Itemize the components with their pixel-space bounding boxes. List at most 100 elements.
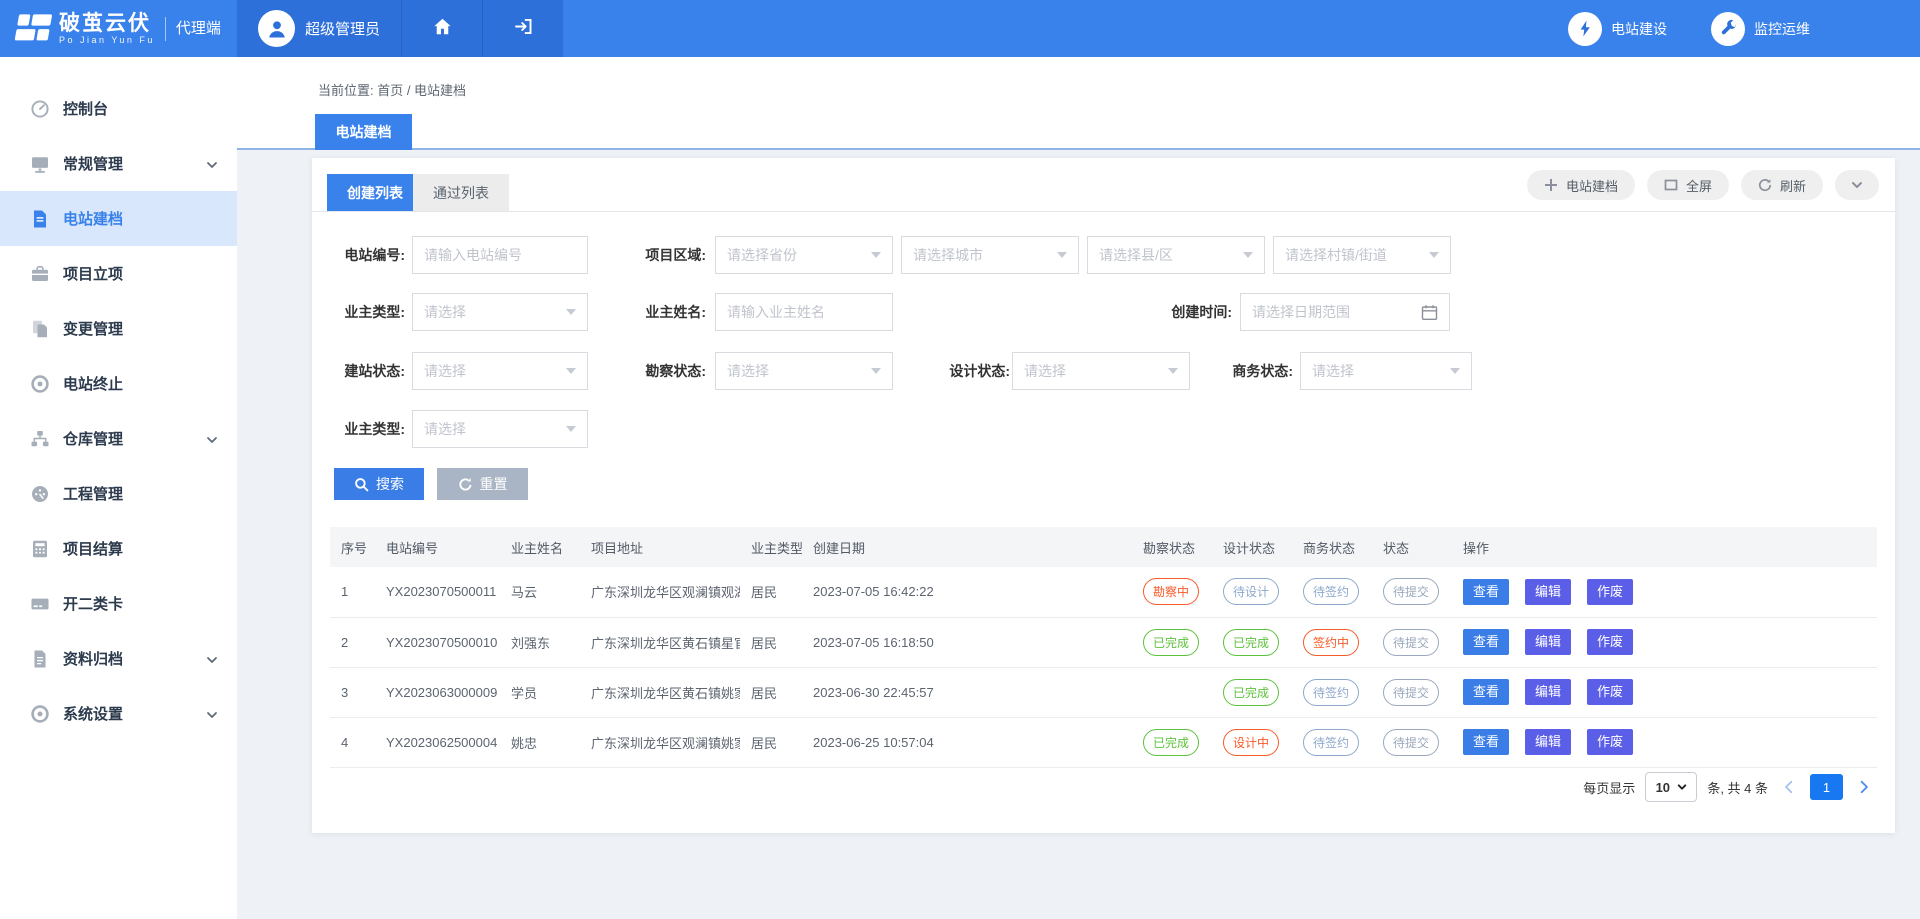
prev-page-button[interactable]: [1778, 776, 1800, 798]
chevron-down-icon: [206, 653, 218, 665]
sidebar-item-station-archive[interactable]: 电站建档: [0, 191, 237, 246]
column-header: 状态: [1372, 527, 1452, 567]
row-invalidate-button[interactable]: 作废: [1587, 729, 1633, 755]
cell-index: 4: [330, 717, 375, 767]
select-placeholder: 请选择城市: [913, 245, 983, 265]
home-button[interactable]: [401, 0, 482, 57]
row-edit-button[interactable]: 编辑: [1525, 579, 1571, 605]
row-view-button[interactable]: 查看: [1463, 629, 1509, 655]
row-view-button[interactable]: 查看: [1463, 679, 1509, 705]
nav-station-build[interactable]: 电站建设: [1568, 12, 1667, 46]
status-badge: 已完成: [1223, 679, 1279, 706]
dashboard-icon: [30, 99, 50, 119]
select-business_status[interactable]: 请选择: [1300, 352, 1472, 390]
next-page-button[interactable]: [1853, 776, 1875, 798]
sidebar-item-project-settlement[interactable]: 项目结算: [0, 521, 237, 576]
gauge-icon: [30, 484, 50, 504]
input-owner_name[interactable]: [715, 293, 893, 331]
user-menu[interactable]: 超级管理员: [237, 0, 401, 57]
row-edit-button[interactable]: 编辑: [1525, 679, 1571, 705]
logout-button[interactable]: [482, 0, 563, 57]
cell-status: 待提交: [1372, 717, 1452, 767]
table-wrap: 序号电站编号业主姓名项目地址业主类型创建日期勘察状态设计状态商务状态状态操作1Y…: [330, 527, 1877, 768]
status-badge: 待提交: [1383, 729, 1439, 756]
cell-business-status: 待签约: [1292, 717, 1372, 767]
row-edit-button[interactable]: 编辑: [1525, 729, 1571, 755]
nav-monitor-ops[interactable]: 监控运维: [1711, 12, 1810, 46]
refresh-button[interactable]: 刷新: [1741, 170, 1823, 200]
sidebar-item-station-terminate[interactable]: 电站终止: [0, 356, 237, 411]
chevron-down-icon: [206, 708, 218, 720]
brand: 破茧云伏 Po Jian Yun Fu 代理端: [0, 0, 237, 57]
table-row: 2YX2023070500010刘强东广东深圳龙华区黄石镇星官大...居民202…: [330, 617, 1877, 667]
cell-owner-name: 刘强东: [500, 617, 580, 667]
filter-label-survey_status: 勘察状态:: [612, 352, 706, 390]
cell-status: 待提交: [1372, 567, 1452, 617]
sidebar-item-general-mgmt[interactable]: 常规管理: [0, 136, 237, 191]
sidebar-item-warehouse-mgmt[interactable]: 仓库管理: [0, 411, 237, 466]
search-button[interactable]: 搜索: [334, 468, 424, 500]
row-invalidate-button[interactable]: 作废: [1587, 679, 1633, 705]
briefcase-icon: [30, 264, 50, 284]
row-view-button[interactable]: 查看: [1463, 579, 1509, 605]
date-range-create_time[interactable]: 请选择日期范围: [1240, 293, 1450, 331]
cell-owner-type: 居民: [740, 667, 802, 717]
select-owner_type[interactable]: 请选择: [412, 293, 588, 331]
reset-icon: [458, 477, 473, 492]
sidebar-item-data-archive[interactable]: 资料归档: [0, 631, 237, 686]
filter-label-owner_name: 业主姓名:: [612, 293, 706, 331]
select-owner_type2[interactable]: 请选择: [412, 410, 588, 448]
portal-label: 代理端: [165, 17, 221, 41]
sidebar-item-change-mgmt[interactable]: 变更管理: [0, 301, 237, 356]
fullscreen-button[interactable]: 全屏: [1647, 170, 1729, 200]
cell-station-code: YX2023062500004: [375, 717, 500, 767]
filter-row: 建站状态:请选择勘察状态:请选择设计状态:请选择商务状态:请选择: [312, 352, 1895, 390]
row-invalidate-button[interactable]: 作废: [1587, 579, 1633, 605]
brand-text: 破茧云伏 Po Jian Yun Fu: [59, 12, 155, 45]
select-design_status[interactable]: 请选择: [1012, 352, 1190, 390]
select-survey_status[interactable]: 请选择: [715, 352, 893, 390]
add-station-button[interactable]: 电站建档: [1527, 170, 1635, 200]
sitemap-icon: [30, 429, 50, 449]
select-region-1[interactable]: 请选择城市: [901, 236, 1079, 274]
sidebar-item-label: 系统设置: [63, 703, 123, 724]
sidebar-item-engineering-mgmt[interactable]: 工程管理: [0, 466, 237, 521]
sidebar-item-type2-card[interactable]: 开二类卡: [0, 576, 237, 631]
cell-station-code: YX2023070500011: [375, 567, 500, 617]
column-header: 商务状态: [1292, 527, 1372, 567]
row-invalidate-button[interactable]: 作废: [1587, 629, 1633, 655]
nav-monitor-ops-label: 监控运维: [1754, 19, 1810, 39]
filter-label-owner_type2: 业主类型:: [312, 410, 405, 448]
chevron-down-icon: [1450, 368, 1460, 374]
row-view-button[interactable]: 查看: [1463, 729, 1509, 755]
select-region-2[interactable]: 请选择县/区: [1087, 236, 1265, 274]
document-icon: [30, 209, 50, 229]
select-build_status[interactable]: 请选择: [412, 352, 588, 390]
row-edit-button[interactable]: 编辑: [1525, 629, 1571, 655]
tab-create-list[interactable]: 创建列表: [327, 174, 423, 211]
app-root: 破茧云伏 Po Jian Yun Fu 代理端 超级管理员: [0, 0, 1920, 919]
column-header: 勘察状态: [1132, 527, 1212, 567]
sidebar-item-system-settings[interactable]: 系统设置: [0, 686, 237, 741]
select-region-0[interactable]: 请选择省份: [715, 236, 893, 274]
tab-passed-list[interactable]: 通过列表: [413, 174, 509, 211]
nav-station-build-label: 电站建设: [1611, 19, 1667, 39]
per-page-select[interactable]: 10: [1645, 772, 1697, 802]
calendar-icon: [1421, 304, 1438, 321]
reset-button[interactable]: 重置: [437, 468, 528, 500]
home-icon: [432, 16, 453, 42]
page-number-current[interactable]: 1: [1810, 774, 1843, 800]
sidebar-item-console[interactable]: 控制台: [0, 81, 237, 136]
filter-label-region: 项目区域:: [612, 236, 706, 274]
collapse-button[interactable]: [1835, 170, 1879, 200]
select-placeholder: 请选择: [424, 302, 466, 322]
cell-business-status: 签约中: [1292, 617, 1372, 667]
input-station_no[interactable]: [412, 236, 588, 274]
chevron-down-icon: [1429, 252, 1439, 258]
select-region-3[interactable]: 请选择村镇/街道: [1273, 236, 1451, 274]
archive-icon: [30, 649, 50, 669]
sidebar-item-project-approval[interactable]: 项目立项: [0, 246, 237, 301]
chevron-left-icon: [1782, 780, 1796, 794]
lightning-icon: [1568, 12, 1602, 46]
page-tab-active[interactable]: 电站建档: [315, 114, 412, 150]
